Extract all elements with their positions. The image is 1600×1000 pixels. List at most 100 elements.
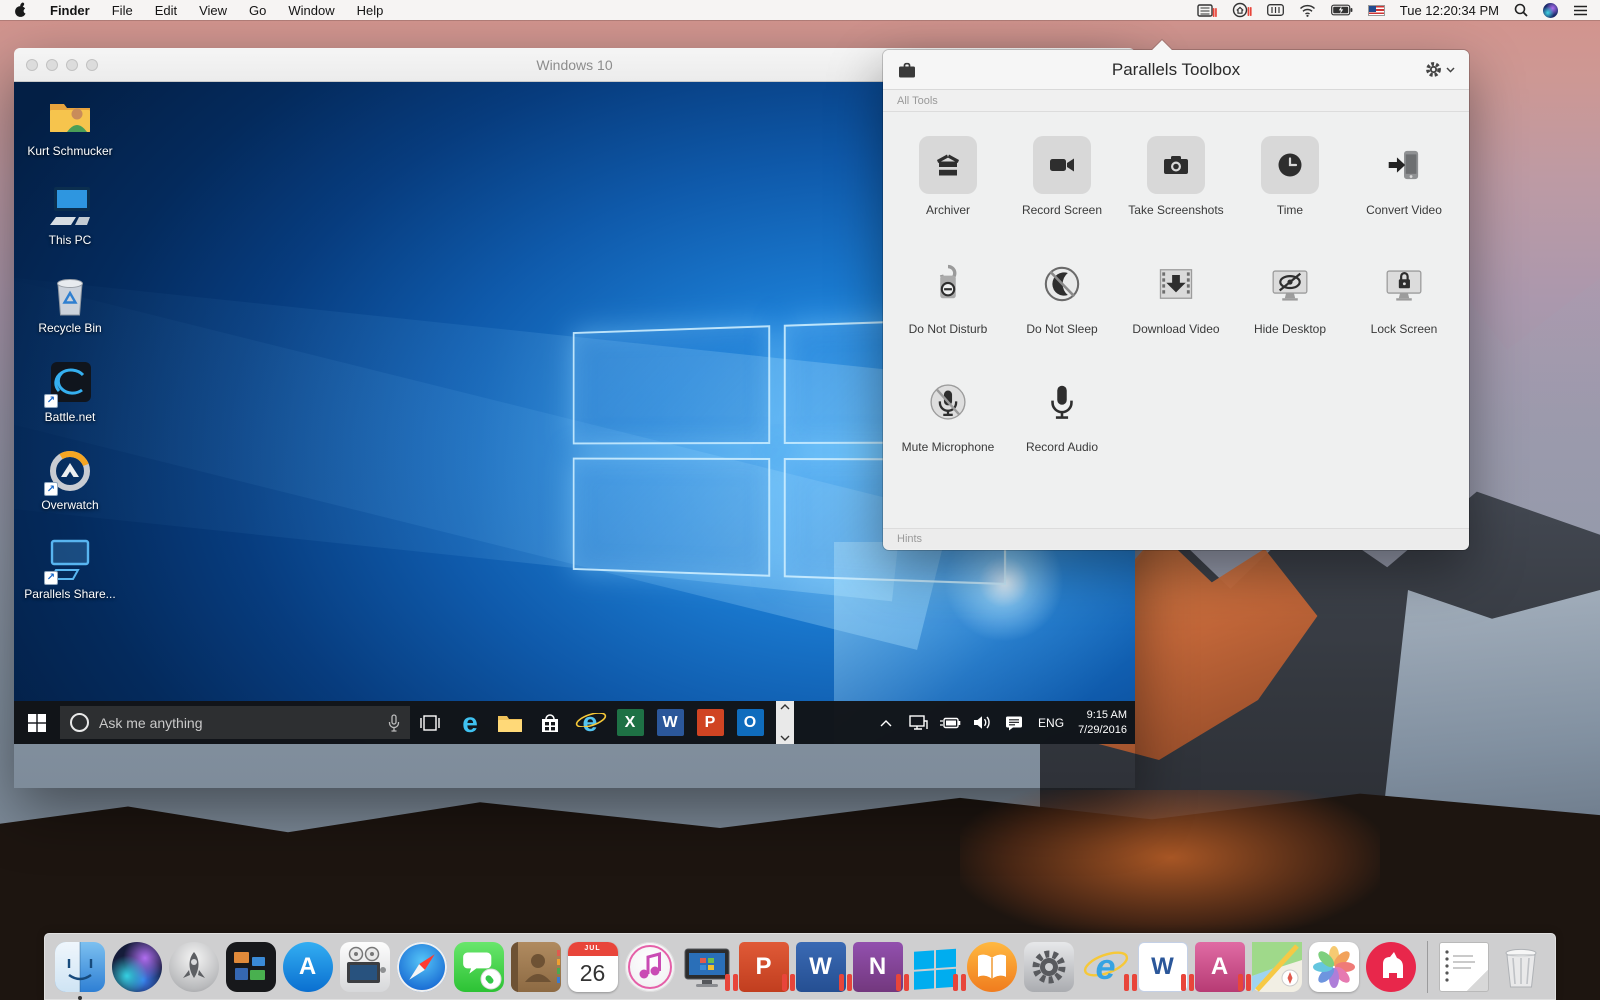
volume-tray-icon[interactable] bbox=[968, 701, 996, 744]
dock-item-access-windows[interactable]: A bbox=[1195, 942, 1245, 992]
battery-tray-icon[interactable] bbox=[936, 701, 964, 744]
dock-item-windows7-vm[interactable] bbox=[682, 942, 732, 992]
dock-item-messages-facetime[interactable] bbox=[454, 942, 504, 992]
siri-menu-icon[interactable] bbox=[1543, 3, 1558, 18]
tool-record-screen[interactable]: Record Screen bbox=[1005, 136, 1119, 219]
search-icon bbox=[1514, 3, 1528, 17]
tool-hide-desktop[interactable]: Hide Desktop bbox=[1233, 255, 1347, 338]
gear-icon bbox=[1024, 942, 1074, 992]
menu-go[interactable]: Go bbox=[249, 3, 266, 18]
spotlight-icon[interactable] bbox=[1514, 3, 1528, 17]
taskbar-clock[interactable]: 9:15 AM 7/29/2016 bbox=[1074, 708, 1127, 738]
dock-item-movie-projector[interactable] bbox=[340, 942, 390, 992]
desktop-icon-label: Kurt Schmucker bbox=[27, 144, 112, 160]
menu-help[interactable]: Help bbox=[357, 3, 384, 18]
notifications-tray-icon[interactable] bbox=[1000, 701, 1028, 744]
hidden-icons-button[interactable] bbox=[872, 701, 900, 744]
dock-item-word-windows[interactable]: W bbox=[796, 942, 846, 992]
dock-item-photos[interactable] bbox=[1309, 942, 1359, 992]
dock-item-siri[interactable] bbox=[112, 942, 162, 992]
taskbar-outlook[interactable]: O bbox=[730, 701, 770, 744]
tool-take-screenshots[interactable]: Take Screenshots bbox=[1119, 136, 1233, 219]
dock-item-word-2010-windows[interactable]: W bbox=[1138, 942, 1188, 992]
desktop-icon-this-pc[interactable]: This PC bbox=[24, 183, 116, 249]
windows-taskbar: Ask me anything e bbox=[14, 701, 1135, 744]
tool-mute-microphone[interactable]: Mute Microphone bbox=[891, 373, 1005, 456]
menu-file[interactable]: File bbox=[112, 3, 133, 18]
battery-menu-icon[interactable] bbox=[1331, 4, 1353, 16]
dock-item-powerpoint-windows[interactable]: P bbox=[739, 942, 789, 992]
input-source-us-flag-icon[interactable] bbox=[1368, 5, 1385, 16]
dock-item-calendar[interactable]: JUL 26 bbox=[568, 942, 618, 992]
dock-item-windows10-vm[interactable] bbox=[910, 942, 960, 992]
tool-do-not-disturb[interactable]: Do Not Disturb bbox=[891, 255, 1005, 338]
menu-app-name[interactable]: Finder bbox=[50, 3, 90, 18]
tool-time[interactable]: Time bbox=[1233, 136, 1347, 219]
tool-record-audio[interactable]: Record Audio bbox=[1005, 373, 1119, 456]
parallels-access-menu-icon[interactable] bbox=[1232, 2, 1252, 18]
tool-do-not-sleep[interactable]: Do Not Sleep bbox=[1005, 255, 1119, 338]
dock-item-system-preferences[interactable] bbox=[1024, 942, 1074, 992]
taskbar-windows-store[interactable] bbox=[530, 701, 570, 744]
archive-cartridge-menu-icon[interactable] bbox=[1267, 4, 1284, 16]
dock-item-itunes[interactable] bbox=[625, 942, 675, 992]
desktop-icon-recycle-bin[interactable]: Recycle Bin bbox=[24, 271, 116, 337]
toolbox-hints-bar[interactable]: Hints bbox=[883, 528, 1469, 549]
trash-icon bbox=[1496, 942, 1546, 992]
calendar-icon: JUL 26 bbox=[568, 942, 618, 992]
dog-silhouette bbox=[1366, 942, 1416, 992]
wifi-menu-icon[interactable] bbox=[1299, 4, 1316, 17]
taskbar-scroll-strip[interactable] bbox=[776, 701, 794, 744]
desktop-icon-parallels-share[interactable]: ↗ Parallels Share... bbox=[24, 537, 116, 603]
dock-item-parallels-red-dog[interactable] bbox=[1366, 942, 1416, 992]
language-indicator[interactable]: ENG bbox=[1032, 716, 1070, 730]
menu-edit[interactable]: Edit bbox=[155, 3, 177, 18]
dock-item-onenote-windows[interactable]: N bbox=[853, 942, 903, 992]
menu-window[interactable]: Window bbox=[288, 3, 334, 18]
parallels-badge bbox=[839, 974, 844, 991]
dock-item-maps[interactable] bbox=[1252, 942, 1302, 992]
toolbox-header: Parallels Toolbox bbox=[883, 50, 1469, 90]
dock-item-ibooks[interactable] bbox=[967, 942, 1017, 992]
taskbar-word[interactable]: W bbox=[650, 701, 690, 744]
taskbar-edge[interactable]: e bbox=[450, 701, 490, 744]
user-folder-icon bbox=[46, 94, 94, 140]
taskbar-file-explorer[interactable] bbox=[490, 701, 530, 744]
desktop-icon-overwatch[interactable]: ↗ Overwatch bbox=[24, 448, 116, 514]
menu-bar-clock[interactable]: Tue 12:20:34 PM bbox=[1400, 3, 1499, 18]
dock-item-launchpad[interactable] bbox=[169, 942, 219, 992]
taskbar-internet-explorer[interactable]: e bbox=[570, 701, 610, 744]
taskbar-powerpoint[interactable]: P bbox=[690, 701, 730, 744]
tool-archiver[interactable]: Archiver bbox=[891, 136, 1005, 219]
tool-convert-video[interactable]: Convert Video bbox=[1347, 136, 1461, 219]
cortana-search-box[interactable]: Ask me anything bbox=[60, 706, 410, 739]
tool-lock-screen[interactable]: Lock Screen bbox=[1347, 255, 1461, 338]
tool-label: Record Audio bbox=[1026, 440, 1098, 456]
outlook-letter: O bbox=[744, 714, 756, 732]
dock-item-safari[interactable] bbox=[397, 942, 447, 992]
dock-item-app-store[interactable]: A bbox=[283, 942, 333, 992]
parallels-toolbox-menu-icon[interactable] bbox=[1197, 3, 1217, 18]
task-view-button[interactable] bbox=[410, 701, 450, 744]
apple-icon[interactable] bbox=[14, 2, 28, 18]
start-button[interactable] bbox=[14, 701, 60, 744]
vm-windows-thumbnails bbox=[226, 942, 276, 992]
tool-label: Lock Screen bbox=[1371, 322, 1438, 338]
taskbar-excel[interactable]: X bbox=[610, 701, 650, 744]
network-tray-icon[interactable] bbox=[904, 701, 932, 744]
app-store-icon: A bbox=[283, 942, 333, 992]
dock-item-trash[interactable] bbox=[1496, 942, 1546, 992]
dock-item-finder[interactable] bbox=[55, 942, 105, 992]
menu-view[interactable]: View bbox=[199, 3, 227, 18]
dock-item-parallels-control-center[interactable] bbox=[226, 942, 276, 992]
open-book-icon bbox=[967, 942, 1017, 992]
desktop-icon-user-folder[interactable]: Kurt Schmucker bbox=[24, 94, 116, 160]
dock-item-internet-explorer-windows[interactable]: e bbox=[1081, 942, 1131, 992]
windows-logo-icon bbox=[28, 714, 46, 732]
desktop-icon-battlenet[interactable]: ↗ Battle.net bbox=[24, 360, 116, 426]
microphone-icon[interactable] bbox=[388, 714, 400, 732]
notification-center-icon[interactable] bbox=[1573, 4, 1588, 17]
tool-download-video[interactable]: Download Video bbox=[1119, 255, 1233, 338]
dock-item-contacts[interactable] bbox=[511, 942, 561, 992]
dock-item-documents-stack[interactable] bbox=[1439, 942, 1489, 992]
